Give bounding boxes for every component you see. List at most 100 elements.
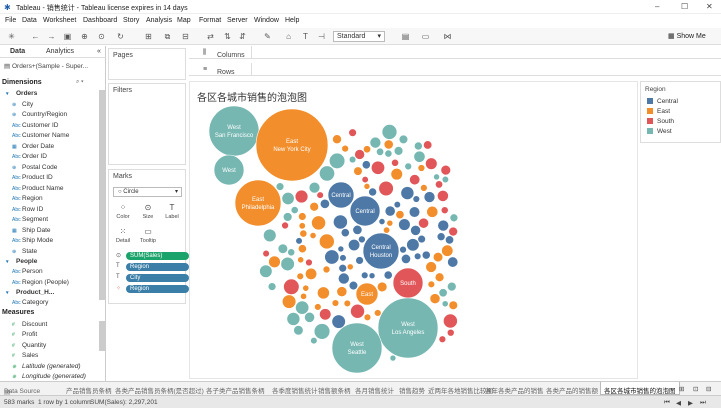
bubble-mark[interactable] bbox=[305, 258, 313, 267]
sheet-tab[interactable]: 近两年各地销售比较图 bbox=[428, 385, 493, 395]
bubble-mark[interactable] bbox=[417, 164, 426, 172]
refresh-icon[interactable]: ↻ bbox=[115, 31, 126, 42]
bubble-mark[interactable] bbox=[324, 249, 340, 265]
new-dashboard-icon[interactable]: ⊡ bbox=[693, 385, 698, 393]
field-postal-code[interactable]: ⊕ Postal Code bbox=[12, 164, 57, 171]
bubble-mark[interactable] bbox=[331, 299, 340, 307]
bubble-mark[interactable] bbox=[441, 175, 449, 184]
bubble-mark[interactable] bbox=[383, 139, 394, 150]
save-icon[interactable]: ▣ bbox=[62, 31, 73, 42]
bubble-mark[interactable] bbox=[363, 183, 371, 190]
bubble-mark[interactable] bbox=[262, 249, 270, 258]
field-ship-mode[interactable]: AbcShip Mode bbox=[12, 237, 53, 244]
bubble-mark[interactable] bbox=[383, 270, 393, 280]
dimensions-scrollbar[interactable] bbox=[99, 90, 105, 300]
tooltip-button[interactable]: ▭ Tooltip bbox=[138, 226, 158, 246]
bubble-mark[interactable] bbox=[399, 245, 407, 254]
menu-story[interactable]: Story bbox=[123, 17, 139, 24]
bubble-mark[interactable] bbox=[295, 300, 310, 315]
sheet-tab[interactable]: 各类产品的销售额 bbox=[546, 385, 598, 395]
bubble-mark[interactable] bbox=[412, 195, 421, 203]
field-sales[interactable]: # Sales bbox=[12, 352, 38, 359]
bubble-mark[interactable] bbox=[390, 168, 403, 181]
bubble-mark[interactable] bbox=[421, 250, 431, 260]
bubble-mark[interactable] bbox=[293, 325, 304, 336]
bubble-mark[interactable] bbox=[395, 210, 405, 220]
bubble-mark[interactable] bbox=[319, 198, 330, 209]
bubble-mark[interactable] bbox=[297, 256, 305, 264]
field-region[interactable]: AbcRegion bbox=[12, 195, 43, 202]
bubble-mark[interactable] bbox=[340, 228, 350, 238]
field-country[interactable]: ⊕ Country/Region bbox=[12, 111, 67, 118]
bubble-mark[interactable] bbox=[281, 294, 297, 309]
nav-last-icon[interactable]: ⏭ bbox=[700, 399, 706, 407]
bubble-west[interactable] bbox=[331, 322, 383, 374]
bubble-mark[interactable] bbox=[282, 212, 293, 222]
group-product-hierarchy[interactable]: ▾ Product_H... bbox=[6, 289, 54, 296]
view-cards-icon[interactable]: ▤ bbox=[400, 31, 411, 42]
bubble-mark[interactable] bbox=[302, 284, 310, 292]
detail-button[interactable]: ⁙ Detail bbox=[113, 226, 133, 246]
bubble-mark[interactable] bbox=[283, 278, 300, 295]
bubble-mark[interactable] bbox=[384, 205, 396, 217]
bubble-mark[interactable] bbox=[425, 261, 437, 273]
legend-item-central[interactable]: Central bbox=[647, 98, 678, 105]
tab-data[interactable]: Data bbox=[10, 48, 25, 55]
datasource-item[interactable]: ▤ Orders+(Sample - Super... bbox=[4, 62, 88, 70]
menu-file[interactable]: File bbox=[5, 17, 16, 24]
bubble-mark[interactable] bbox=[447, 256, 459, 268]
group-orders[interactable]: ▾ Orders bbox=[6, 90, 37, 97]
bubble-mark[interactable] bbox=[426, 205, 439, 218]
pill-sum-sales[interactable]: SUM(Sales) bbox=[126, 252, 189, 260]
bubble-mark[interactable] bbox=[346, 263, 354, 271]
bubble-mark[interactable] bbox=[314, 303, 322, 311]
bubble-mark[interactable] bbox=[386, 219, 394, 227]
group-icon[interactable]: ⌂ bbox=[283, 31, 294, 42]
bubble-mark[interactable] bbox=[369, 136, 382, 149]
bubble-mark[interactable] bbox=[341, 144, 349, 153]
color-button[interactable]: ⁘ Color bbox=[113, 202, 133, 222]
pages-card[interactable]: Pages bbox=[108, 48, 186, 80]
bubble-mark[interactable] bbox=[408, 206, 421, 218]
bubble-mark[interactable] bbox=[304, 311, 315, 323]
field-person[interactable]: AbcPerson bbox=[12, 268, 43, 275]
bubble-mark[interactable] bbox=[354, 149, 365, 160]
nav-prev-icon[interactable]: ◀ bbox=[676, 399, 681, 407]
new-datasource-icon[interactable]: ⊕ bbox=[79, 31, 90, 42]
bubble-mark[interactable] bbox=[429, 293, 441, 305]
bubble-mark[interactable] bbox=[319, 308, 332, 321]
pill-region-color[interactable]: Region bbox=[126, 285, 189, 293]
bubble-mark[interactable] bbox=[259, 264, 273, 278]
bubble-mark[interactable] bbox=[361, 271, 369, 280]
field-city[interactable]: ⊕ City bbox=[12, 101, 33, 108]
maximize-icon[interactable]: ☐ bbox=[681, 2, 688, 11]
bubble-mark[interactable] bbox=[393, 146, 404, 156]
bubble-mark[interactable] bbox=[352, 224, 363, 235]
bubble-mark[interactable] bbox=[286, 312, 301, 326]
bubble-mark[interactable] bbox=[443, 313, 458, 329]
sheet-tab[interactable]: 销售额条柄 bbox=[318, 385, 351, 395]
sheet-tab[interactable]: 各类产品销售员条柄(是否超过) bbox=[115, 385, 204, 395]
mark-type-select[interactable]: ○ Circle ▾ bbox=[113, 187, 182, 197]
bubble-mark[interactable] bbox=[299, 229, 308, 238]
sheet-tab[interactable]: 各季度销售统计 bbox=[272, 385, 318, 395]
new-sheet-icon[interactable]: ⊞ bbox=[679, 385, 684, 393]
field-order-date[interactable]: ▦ Order Date bbox=[12, 143, 54, 150]
bubble-mark[interactable] bbox=[447, 281, 457, 292]
bubble-mark[interactable] bbox=[368, 187, 377, 197]
bubble-mark[interactable] bbox=[413, 150, 426, 163]
bubble-mark[interactable] bbox=[296, 272, 304, 281]
field-product-name[interactable]: AbcProduct Name bbox=[12, 185, 64, 192]
bubble-mark[interactable] bbox=[294, 189, 309, 204]
size-button[interactable]: ⊙ Size bbox=[138, 202, 158, 222]
bubble-mark[interactable] bbox=[437, 219, 450, 232]
bubble-mark[interactable] bbox=[348, 280, 359, 291]
sort-desc-icon[interactable]: ⇵ bbox=[237, 31, 248, 42]
bubble-mark[interactable] bbox=[446, 328, 455, 337]
presentation-icon[interactable]: ▭ bbox=[420, 31, 431, 42]
bubble-mark[interactable] bbox=[358, 235, 366, 244]
bubble-mark[interactable] bbox=[280, 256, 295, 272]
pill-city[interactable]: City bbox=[126, 274, 189, 282]
bubble-mark[interactable] bbox=[268, 255, 281, 268]
clear-icon[interactable]: ⊟ bbox=[180, 31, 191, 42]
